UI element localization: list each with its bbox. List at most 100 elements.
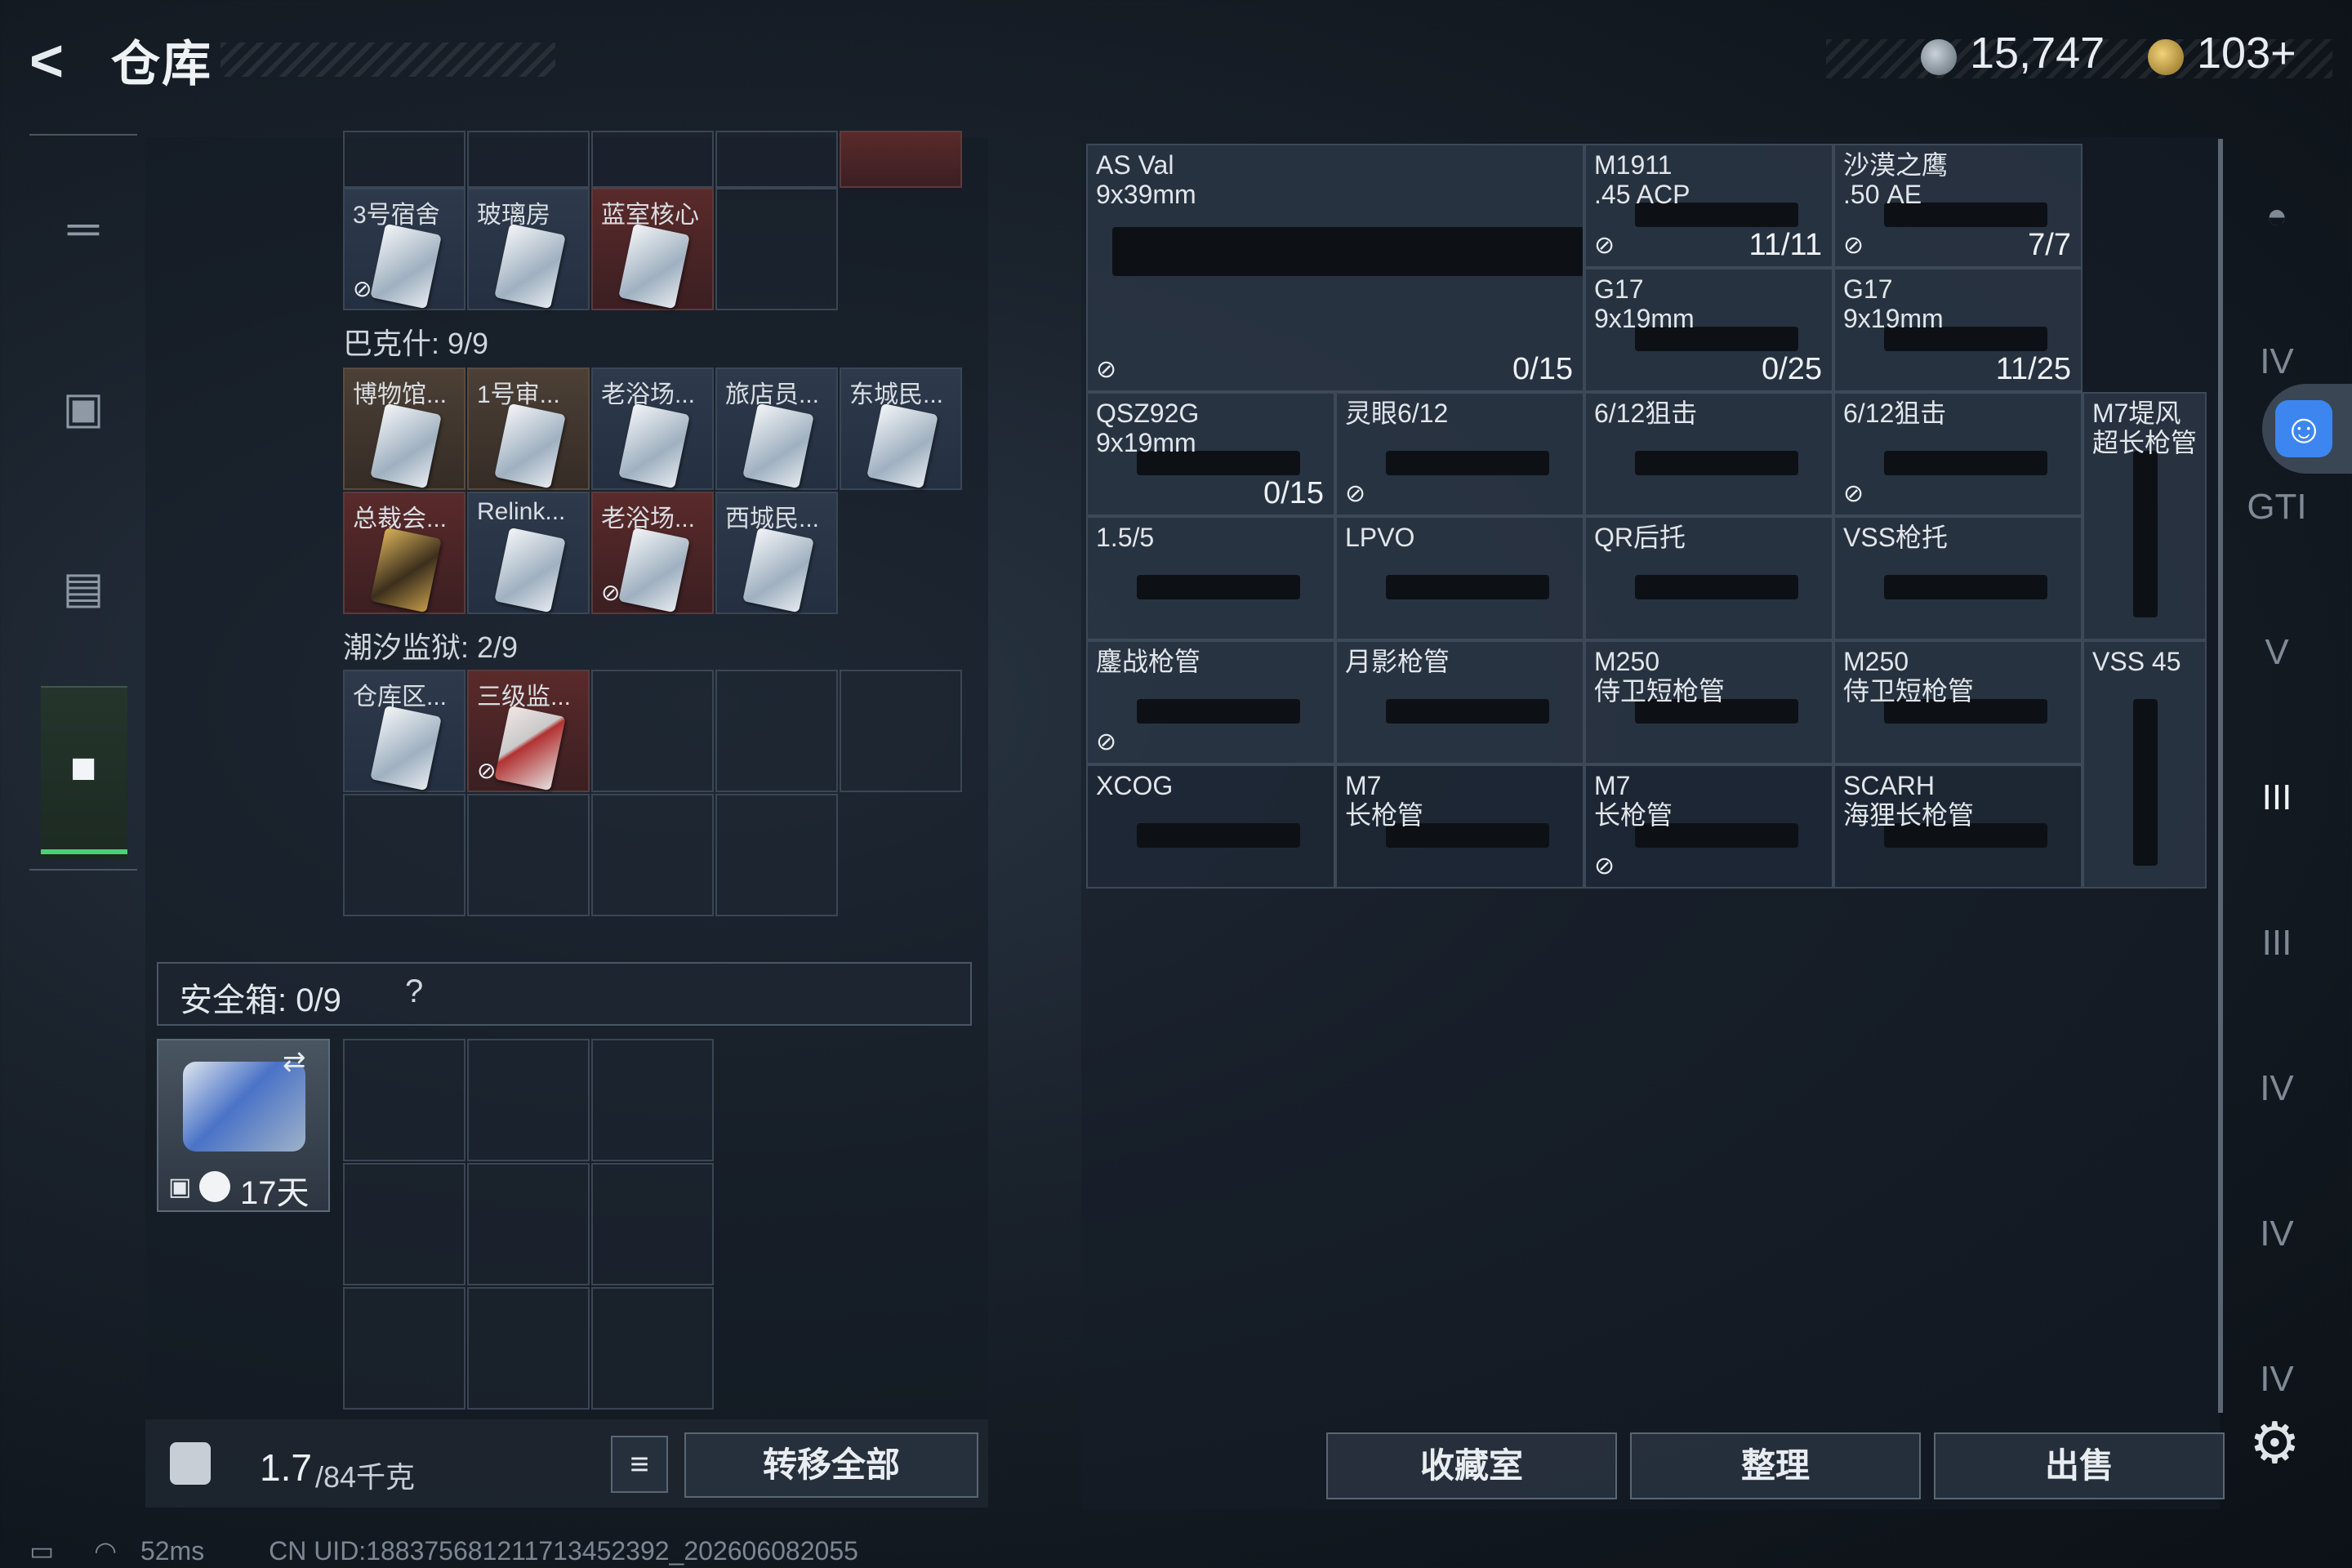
gun-icon[interactable]: ═ xyxy=(51,196,116,261)
inventory-item[interactable]: M7 长枪管 xyxy=(1335,764,1584,889)
inventory-item[interactable]: M7 长枪管 ⊘ xyxy=(1584,764,1833,889)
scrollbar[interactable] xyxy=(2218,139,2223,1413)
inventory-item[interactable]: VSS 45 xyxy=(2082,640,2207,889)
inventory-item[interactable]: M7堤风 超长枪管 xyxy=(2082,392,2207,640)
stash-cell-bakshi-4[interactable]: 东城民... xyxy=(840,368,962,490)
stash-cell-bakshi-5[interactable]: 总裁会... xyxy=(343,492,466,614)
stash-cell-empty[interactable] xyxy=(715,794,838,916)
stash-cell-empty[interactable] xyxy=(467,794,590,916)
clock-icon xyxy=(199,1171,230,1202)
stash-cell-top-partial[interactable] xyxy=(715,131,838,188)
stash-cell-prison-0[interactable]: 仓库区... xyxy=(343,670,466,792)
stash-cell-bakshi-3[interactable]: 旅店员... xyxy=(715,368,838,490)
safe-slot[interactable] xyxy=(591,1163,714,1285)
vest-icon[interactable]: ▤ xyxy=(51,555,116,621)
keycard-icon xyxy=(494,403,566,489)
inventory-item[interactable]: XCOG xyxy=(1086,764,1335,889)
filter-tab-tier-icon[interactable]: V xyxy=(2236,616,2318,689)
safe-slot[interactable] xyxy=(591,1287,714,1410)
inventory-item[interactable]: G17 9x19mm 11/25 xyxy=(1833,268,2082,392)
item-label: 三级监... xyxy=(477,684,572,710)
filter-tab-tier-icon[interactable]: IV xyxy=(2236,1197,2318,1271)
inventory-item[interactable]: SCARH 海狸长枪管 xyxy=(1833,764,2082,889)
stash-cell-top-2[interactable]: 蓝室核心 xyxy=(591,188,714,310)
ping-value: 52ms xyxy=(140,1536,205,1566)
safe-slot[interactable] xyxy=(467,1287,590,1410)
safe-slot[interactable] xyxy=(343,1039,466,1161)
stash-cell-prison-1[interactable]: 三级监... ⊘ xyxy=(467,670,590,792)
stash-cell-top-1[interactable]: 玻璃房 xyxy=(467,188,590,310)
item-label: 西城民... xyxy=(725,506,820,532)
stash-cell-top-0[interactable]: 3号宿舍 ⊘ xyxy=(343,188,466,310)
filter-tab-tier-icon[interactable]: GTI xyxy=(2236,470,2318,544)
stash-cell-prison-2[interactable] xyxy=(591,670,714,792)
inventory-item[interactable]: 沙漠之鹰 .50 AE 7/7 ⊘ xyxy=(1833,144,2082,268)
inventory-item[interactable]: LPVO xyxy=(1335,516,1584,640)
safe-slot[interactable] xyxy=(343,1163,466,1285)
filter-tab-helmet-icon[interactable]: ◓ xyxy=(2236,180,2318,253)
stash-cell-bakshi-6[interactable]: Relink... xyxy=(467,492,590,614)
item-label: 老浴场... xyxy=(601,381,696,408)
stash-cell-top-partial[interactable] xyxy=(467,131,590,188)
stash-cell-bakshi-8[interactable]: 西城民... xyxy=(715,492,838,614)
stash-cell-empty[interactable] xyxy=(343,794,466,916)
item-label: G17 9x19mm xyxy=(1594,274,1695,333)
stash-cell-empty[interactable] xyxy=(591,794,714,916)
ammo-count: 11/11 xyxy=(1748,228,1822,262)
item-image xyxy=(1884,451,2047,475)
sort-button[interactable]: 整理 xyxy=(1630,1432,1921,1499)
filter-tab-tier-icon[interactable]: III xyxy=(2236,906,2318,980)
keycard-icon xyxy=(742,527,814,613)
transfer-all-button[interactable]: 转移全部 xyxy=(684,1432,978,1498)
item-label: 1.5/5 xyxy=(1096,523,1155,552)
safe-slot[interactable] xyxy=(343,1287,466,1410)
stash-cell-top-partial[interactable] xyxy=(840,131,962,188)
stash-cell-bakshi-7[interactable]: 老浴场... ⊘ xyxy=(591,492,714,614)
item-label: Relink... xyxy=(477,498,566,525)
inventory-item[interactable]: VSS枪托 xyxy=(1833,516,2082,640)
item-label: 6/12狙击 xyxy=(1594,399,1698,428)
swap-icon[interactable]: ⇄ xyxy=(283,1045,306,1078)
stash-cell-empty[interactable] xyxy=(715,188,838,310)
inventory-item[interactable]: 1.5/5 xyxy=(1086,516,1335,640)
inventory-item[interactable]: M250 侍卫短枪管 xyxy=(1833,640,2082,764)
stash-cell-bakshi-0[interactable]: 博物馆... xyxy=(343,368,466,490)
stash-cell-bakshi-2[interactable]: 老浴场... xyxy=(591,368,714,490)
inventory-item[interactable]: 灵眼6/12 ⊘ xyxy=(1335,392,1584,516)
safe-help-icon[interactable]: ? xyxy=(405,973,423,1010)
stash-cell-bakshi-1[interactable]: 1号审... xyxy=(467,368,590,490)
item-image xyxy=(1884,575,2047,599)
rail-divider xyxy=(29,134,137,136)
back-arrow-icon[interactable]: < xyxy=(29,32,78,91)
keycard-icon xyxy=(618,527,690,613)
backpack-icon[interactable]: ▣ xyxy=(51,376,116,441)
stash-cell-prison-4[interactable] xyxy=(840,670,962,792)
safe-slot[interactable] xyxy=(591,1039,714,1161)
inventory-item[interactable]: 6/12狙击 ⊘ xyxy=(1833,392,2082,516)
inventory-item[interactable]: AS Val 9x39mm 0/15 ⊘ xyxy=(1086,144,1584,392)
inventory-item[interactable]: QSZ92G 9x19mm 0/15 xyxy=(1086,392,1335,516)
stash-cell-top-partial[interactable] xyxy=(591,131,714,188)
item-label: AS Val 9x39mm xyxy=(1096,150,1196,209)
filter-tab-tier-icon[interactable]: IV xyxy=(2236,1052,2318,1125)
list-view-button[interactable]: ≡ xyxy=(611,1436,668,1493)
inventory-item[interactable]: G17 9x19mm 0/25 xyxy=(1584,268,1833,392)
item-label: QSZ92G 9x19mm xyxy=(1096,399,1200,457)
currency-gold-value[interactable]: 103+ xyxy=(2197,28,2296,78)
filter-tab-tier-icon[interactable]: IV xyxy=(2236,1343,2318,1416)
settings-gear-icon[interactable]: ⚙ xyxy=(2249,1410,2301,1477)
stash-cell-prison-3[interactable] xyxy=(715,670,838,792)
sell-button[interactable]: 出售 xyxy=(1934,1432,2225,1499)
inventory-item[interactable]: M1911 .45 ACP 11/11 ⊘ xyxy=(1584,144,1833,268)
filter-tab-tier-icon[interactable]: III xyxy=(2236,761,2318,835)
safe-slot[interactable] xyxy=(467,1163,590,1285)
stash-cell-top-partial[interactable] xyxy=(343,131,466,188)
inventory-item[interactable]: QR后托 xyxy=(1584,516,1833,640)
collection-room-button[interactable]: 收藏室 xyxy=(1326,1432,1617,1499)
inventory-item[interactable]: 鏖战枪管 ⊘ xyxy=(1086,640,1335,764)
inventory-item[interactable]: M250 侍卫短枪管 xyxy=(1584,640,1833,764)
accessibility-icon[interactable]: ☺ xyxy=(2275,400,2332,457)
safe-slot[interactable] xyxy=(467,1039,590,1161)
inventory-item[interactable]: 月影枪管 xyxy=(1335,640,1584,764)
inventory-item[interactable]: 6/12狙击 xyxy=(1584,392,1833,516)
